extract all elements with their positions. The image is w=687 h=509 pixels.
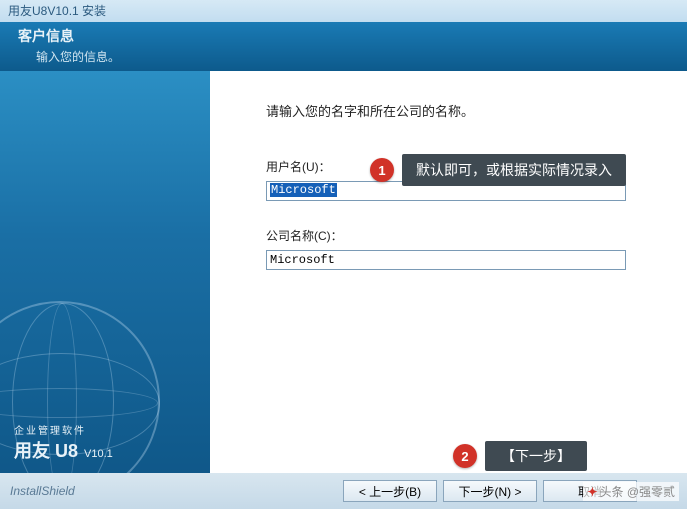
footer-brand: InstallShield <box>10 484 75 498</box>
window-title: 用友U8V10.1 安装 <box>8 4 106 18</box>
brand-block: 企业管理软件 用友 U8 V10.1 <box>14 422 113 463</box>
callout-2-text: 【下一步】 <box>485 441 587 471</box>
wizard-body: 企业管理软件 用友 U8 V10.1 请输入您的名字和所在公司的名称。 用户名(… <box>0 71 687 481</box>
company-input[interactable] <box>266 250 626 270</box>
callout-1-text: 默认即可，或根据实际情况录入 <box>402 154 626 186</box>
username-group: 用户名(U)： Microsoft 1 默认即可，或根据实际情况录入 <box>266 158 647 201</box>
main-panel: 请输入您的名字和所在公司的名称。 用户名(U)： Microsoft 1 默认即… <box>210 71 687 481</box>
callout-1: 1 默认即可，或根据实际情况录入 <box>370 154 626 186</box>
back-button[interactable]: < 上一步(B) <box>343 480 437 502</box>
prompt-text: 请输入您的名字和所在公司的名称。 <box>266 101 647 120</box>
watermark: ✦头条 @强零贰 <box>583 482 679 501</box>
callout-2: 2 【下一步】 <box>453 441 587 471</box>
callout-2-badge: 2 <box>453 444 477 468</box>
brand-name: 用友 U8 V10.1 <box>14 437 113 463</box>
company-label: 公司名称(C)： <box>266 227 647 244</box>
watermark-icon: ✦ <box>587 485 597 499</box>
company-group: 公司名称(C)： <box>266 227 647 270</box>
callout-1-badge: 1 <box>370 158 394 182</box>
wizard-header: 客户信息 输入您的信息。 <box>0 22 687 71</box>
window-title-bar: 用友U8V10.1 安装 <box>0 0 687 22</box>
brand-tagline: 企业管理软件 <box>14 422 113 437</box>
header-subtitle: 输入您的信息。 <box>0 48 687 65</box>
header-title: 客户信息 <box>0 26 687 46</box>
next-button[interactable]: 下一步(N) > <box>443 480 537 502</box>
sidebar-banner: 企业管理软件 用友 U8 V10.1 <box>0 71 210 481</box>
brand-version: V10.1 <box>84 448 113 460</box>
